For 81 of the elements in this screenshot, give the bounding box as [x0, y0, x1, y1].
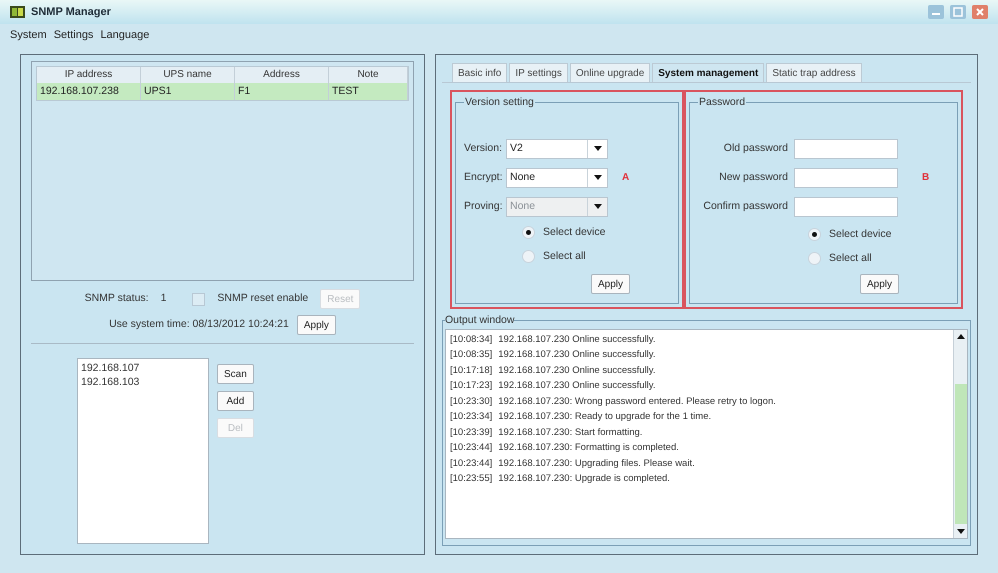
- log-message: 192.168.107.230 Online successfully.: [498, 364, 656, 378]
- menu-item[interactable]: System: [10, 26, 47, 44]
- radio-button[interactable]: [808, 252, 821, 265]
- close-icon[interactable]: [972, 5, 988, 19]
- log-message: 192.168.107.230: Formatting is completed.: [498, 441, 679, 456]
- log-message: 192.168.107.230: Upgrading files. Please wait.: [498, 456, 695, 471]
- list-item[interactable]: 192.168.103: [81, 375, 205, 389]
- push-button[interactable]: Apply: [296, 315, 336, 335]
- tab[interactable]: Static trap address: [766, 63, 862, 82]
- table-cell: UPS1: [141, 83, 235, 100]
- log-message: 192.168.107.230: Ready to upgrade for the 1 time.: [498, 410, 712, 424]
- field-label: New password: [718, 170, 788, 185]
- push-button[interactable]: Apply: [590, 274, 630, 294]
- system-time-text: Use system time: 08/13/2012 10:24:21: [109, 317, 289, 332]
- table-cell: F1: [235, 83, 329, 100]
- menu-item[interactable]: Language: [100, 26, 150, 44]
- radio-button[interactable]: [808, 228, 821, 242]
- status-label: SNMP status:: [84, 291, 149, 306]
- field-label: Version:: [464, 140, 502, 156]
- log-time: [10:23:39]: [450, 426, 492, 440]
- log-time: [10:23:30]: [450, 394, 492, 409]
- log-message: 192.168.107.230 Online successfully.: [498, 332, 656, 347]
- push-button[interactable]: Add: [217, 391, 254, 411]
- table-cell: TEST: [329, 83, 408, 100]
- log-time: [10:23:55]: [450, 472, 492, 486]
- caret-icon: [594, 175, 602, 180]
- status-value: 1: [160, 291, 166, 306]
- field-label: Old password: [722, 140, 788, 156]
- log-message: 192.168.107.230 Online successfully.: [498, 379, 656, 394]
- scrollbar[interactable]: [953, 330, 967, 538]
- column-header[interactable]: Address: [235, 67, 329, 83]
- push-button[interactable]: Apply: [860, 274, 899, 294]
- radio-label: Select device: [829, 226, 892, 242]
- tab[interactable]: Basic info: [452, 63, 508, 82]
- dropdown[interactable]: None: [506, 168, 608, 188]
- log-time: [10:17:18]: [450, 364, 492, 378]
- log-time: [10:17:23]: [450, 379, 492, 394]
- password-field[interactable]: [794, 168, 898, 188]
- menu-item[interactable]: Settings: [54, 26, 94, 44]
- log-time: [10:08:35]: [450, 348, 492, 362]
- field-label: Encrypt:: [464, 170, 502, 185]
- radio-label: Select device: [543, 224, 606, 240]
- radio-label: Select all: [543, 248, 586, 264]
- radio-button[interactable]: [522, 226, 535, 240]
- group-title: Password: [698, 95, 746, 110]
- log-time: [10:23:44]: [450, 441, 492, 456]
- log-time: [10:23:34]: [450, 410, 492, 424]
- password-field[interactable]: [794, 196, 898, 217]
- app-icon: [10, 6, 25, 18]
- log-message: 192.168.107.230: Upgrade is completed.: [498, 472, 670, 486]
- push-button[interactable]: Scan: [217, 364, 254, 384]
- tab[interactable]: System management: [652, 63, 764, 82]
- password-field[interactable]: [794, 138, 898, 159]
- caret-icon: [594, 146, 602, 152]
- dropdown[interactable]: V2: [506, 138, 608, 159]
- log-message: 192.168.107.230: Start formatting.: [498, 426, 642, 440]
- tab[interactable]: Online upgrade: [570, 63, 650, 82]
- marker-letter: B: [922, 171, 930, 186]
- radio-button[interactable]: [522, 250, 535, 263]
- radio-label: Select all: [829, 250, 872, 266]
- column-header[interactable]: UPS name: [141, 67, 235, 83]
- log-message: 192.168.107.230 Online successfully.: [498, 348, 656, 362]
- minimize-icon[interactable]: [928, 5, 944, 19]
- column-header[interactable]: Note: [329, 67, 408, 83]
- field-label: Proving:: [464, 198, 502, 214]
- maximize-icon[interactable]: [950, 5, 966, 19]
- list-item[interactable]: 192.168.107: [81, 361, 205, 375]
- tab[interactable]: IP settings: [509, 63, 568, 82]
- caret-icon: [594, 204, 602, 210]
- log-time: [10:08:34]: [450, 332, 492, 347]
- checkbox[interactable]: [192, 292, 206, 306]
- table-cell: 192.168.107.238: [37, 83, 141, 100]
- log-time: [10:23:44]: [450, 456, 492, 471]
- log-message: 192.168.107.230: Wrong password entered. Please retry to logon.: [498, 394, 776, 409]
- window-title: SNMP Manager: [31, 4, 111, 20]
- checkbox-label: SNMP reset enable: [217, 291, 308, 306]
- column-header[interactable]: IP address: [37, 67, 141, 83]
- group-title: Output window: [445, 313, 514, 328]
- marker-letter: A: [622, 171, 630, 186]
- group-title: Version setting: [464, 95, 535, 110]
- field-label: Confirm password: [702, 198, 788, 214]
